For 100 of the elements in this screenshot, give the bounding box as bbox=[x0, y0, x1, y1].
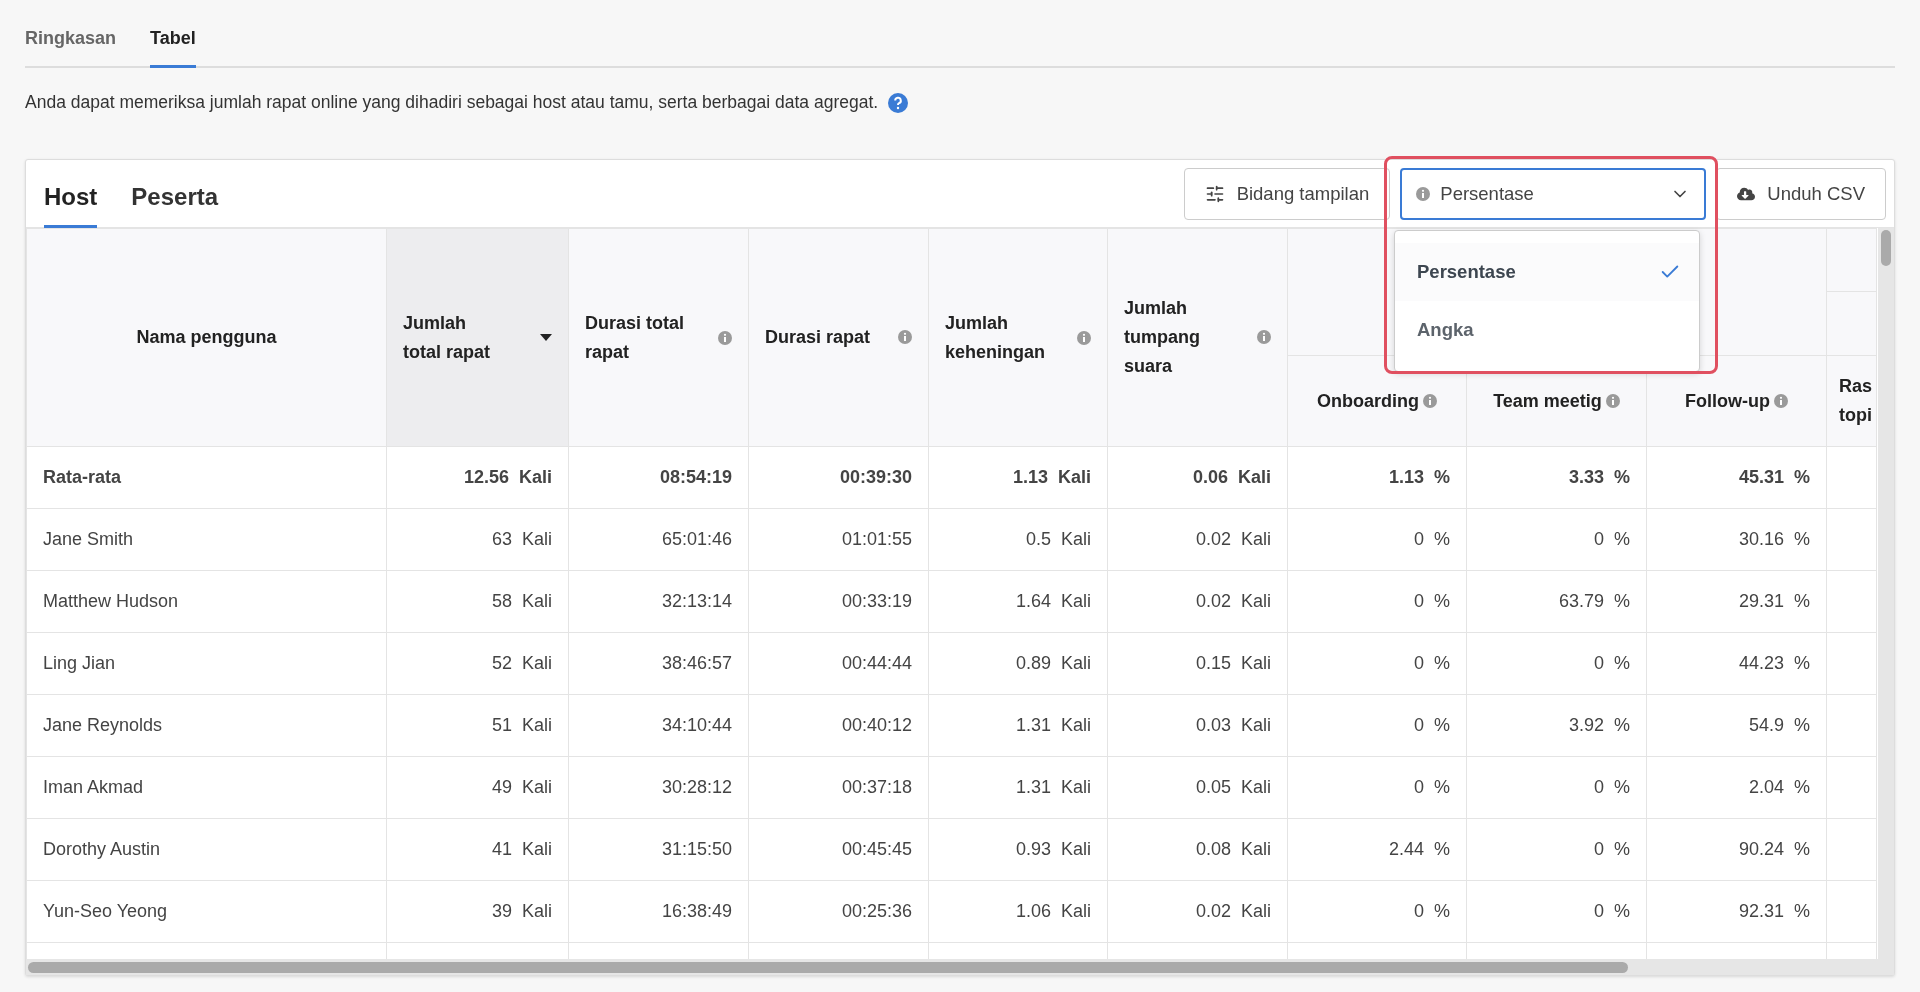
table-cell: 0 % bbox=[1287, 694, 1467, 757]
table-cell: 00:44:44 bbox=[748, 632, 929, 695]
table-cell: 1.31 Kali bbox=[928, 756, 1108, 819]
table-cell: 1.31 Kali bbox=[928, 694, 1108, 757]
display-mode-select[interactable]: Persentase bbox=[1400, 167, 1707, 220]
user-name-cell: Matthew Hudson bbox=[26, 570, 387, 633]
table-cell: 0 % bbox=[1466, 508, 1647, 571]
column-header[interactable]: Durasi rapat bbox=[748, 228, 929, 447]
table-cell: 00:40:12 bbox=[748, 694, 929, 757]
table-cell: 0.03 Kali bbox=[1107, 694, 1288, 757]
table-cell: 58 Kali bbox=[386, 570, 569, 633]
page-tab[interactable]: Ringkasan bbox=[25, 28, 117, 68]
info-icon bbox=[1416, 186, 1431, 201]
table-cell: 49 Kali bbox=[386, 756, 569, 819]
table-cell: 0 % bbox=[1287, 756, 1467, 819]
user-name-cell: Jane Reynolds bbox=[26, 694, 387, 757]
info-icon bbox=[718, 330, 732, 345]
info-icon bbox=[1774, 394, 1788, 408]
table-cell: 52 Kali bbox=[386, 632, 569, 695]
table-cell: 0.02 Kali bbox=[1107, 508, 1288, 571]
table-cell: 41 Kali bbox=[386, 818, 569, 881]
column-header[interactable]: Follow-up bbox=[1646, 355, 1827, 447]
description-text: Anda dapat memeriksa jumlah rapat online yang dihadiri sebagai host atau tamu, serta berbagai data agregat. bbox=[25, 92, 879, 113]
table-cell: 0.06 Kali bbox=[1107, 446, 1288, 509]
table-cell: 63 Kali bbox=[386, 508, 569, 571]
column-header[interactable]: Jumlah tumpang suara bbox=[1107, 228, 1288, 447]
table-cell: 0.05 Kali bbox=[1107, 756, 1288, 819]
table-cell: 0 % bbox=[1287, 632, 1467, 695]
table-cell: 1.06 Kali bbox=[928, 880, 1108, 943]
table-cell: 32:13:14 bbox=[568, 570, 749, 633]
table-cell: 0 % bbox=[1466, 880, 1647, 943]
table-cell: 0 % bbox=[1287, 508, 1467, 571]
table-cell: 0 % bbox=[1287, 880, 1467, 943]
column-header[interactable]: Nama pengguna bbox=[26, 228, 387, 447]
table-cell: 16:38:49 bbox=[568, 880, 749, 943]
user-name-cell: Jane Smith bbox=[26, 508, 387, 571]
table-cell: 1.64 Kali bbox=[928, 570, 1108, 633]
table-cell: 3.33 % bbox=[1466, 446, 1647, 509]
table-cell: 90.24 % bbox=[1646, 818, 1827, 881]
table-cell: 0.93 Kali bbox=[928, 818, 1108, 881]
table-cell: 2.44 % bbox=[1287, 818, 1467, 881]
table-cell: 1.13 % bbox=[1287, 446, 1467, 509]
table-cell: 1.13 Kali bbox=[928, 446, 1108, 509]
table-cell: 0.5 Kali bbox=[928, 508, 1108, 571]
table-cell: 45.31 % bbox=[1646, 446, 1827, 509]
dropdown-option[interactable]: Persentase bbox=[1395, 243, 1699, 301]
role-tab[interactable]: Peserta bbox=[131, 183, 219, 228]
table-cell: 54.9 % bbox=[1646, 694, 1827, 757]
help-icon[interactable] bbox=[888, 92, 909, 113]
table-cell: 00:45:45 bbox=[748, 818, 929, 881]
table-cell: 2.04 % bbox=[1646, 756, 1827, 819]
user-name-cell: Ling Jian bbox=[26, 632, 387, 695]
table-cell: 44.23 % bbox=[1646, 632, 1827, 695]
horizontal-scrollbar[interactable] bbox=[26, 959, 1878, 975]
user-name-cell: Dorothy Austin bbox=[26, 818, 387, 881]
vertical-scrollbar[interactable] bbox=[1878, 228, 1894, 975]
table-cell: 38:46:57 bbox=[568, 632, 749, 695]
column-header[interactable]: Durasi total rapat bbox=[568, 228, 749, 447]
table-cell: 0.08 Kali bbox=[1107, 818, 1288, 881]
table-cell: 51 Kali bbox=[386, 694, 569, 757]
table-cell: 01:01:55 bbox=[748, 508, 929, 571]
table-cell: 0 % bbox=[1466, 632, 1647, 695]
table-cell: 0.89 Kali bbox=[928, 632, 1108, 695]
table-cell: 30:28:12 bbox=[568, 756, 749, 819]
table-cell: 0 % bbox=[1287, 570, 1467, 633]
table-cell: 65:01:46 bbox=[568, 508, 749, 571]
table-cell: 34:10:44 bbox=[568, 694, 749, 757]
user-name-cell: Iman Akmad bbox=[26, 756, 387, 819]
table-cell: 00:25:36 bbox=[748, 880, 929, 943]
table-cell: 0.02 Kali bbox=[1107, 880, 1288, 943]
column-header[interactable]: Jumlah keheningan bbox=[928, 228, 1108, 447]
sliders-icon bbox=[1204, 183, 1225, 204]
table-cell: 63.79 % bbox=[1466, 570, 1647, 633]
info-icon bbox=[898, 330, 912, 345]
table-cell: 31:15:50 bbox=[568, 818, 749, 881]
user-name-cell: Yun-Seo Yeong bbox=[26, 880, 387, 943]
table-cell: 0.15 Kali bbox=[1107, 632, 1288, 695]
table-cell: 00:39:30 bbox=[748, 446, 929, 509]
column-header[interactable]: Jumlah total rapat bbox=[386, 228, 569, 447]
table-cell: 0 % bbox=[1466, 756, 1647, 819]
info-icon bbox=[1423, 394, 1437, 408]
table-cell: 3.92 % bbox=[1466, 694, 1647, 757]
page-tab[interactable]: Tabel bbox=[150, 28, 196, 68]
table-cell: 39 Kali bbox=[386, 880, 569, 943]
table-cell: 30.16 % bbox=[1646, 508, 1827, 571]
column-header[interactable]: Ras topi bbox=[1826, 355, 1877, 447]
info-icon bbox=[1077, 330, 1091, 345]
table-cell: 12.56 Kali bbox=[386, 446, 569, 509]
table-cell: 00:33:19 bbox=[748, 570, 929, 633]
download-csv-button[interactable]: Unduh CSV bbox=[1716, 167, 1886, 220]
table-cell: 92.31 % bbox=[1646, 880, 1827, 943]
info-icon bbox=[1605, 394, 1620, 408]
user-name-cell: Rata-rata bbox=[26, 446, 387, 509]
table-cell: 00:37:18 bbox=[748, 756, 929, 819]
dropdown-option[interactable]: Angka bbox=[1395, 301, 1699, 359]
table-cell: 08:54:19 bbox=[568, 446, 749, 509]
sort-caret-icon bbox=[540, 334, 552, 341]
table-cell: 29.31 % bbox=[1646, 570, 1827, 633]
display-fields-button[interactable]: Bidang tampilan bbox=[1183, 167, 1391, 220]
info-icon bbox=[1257, 330, 1271, 345]
